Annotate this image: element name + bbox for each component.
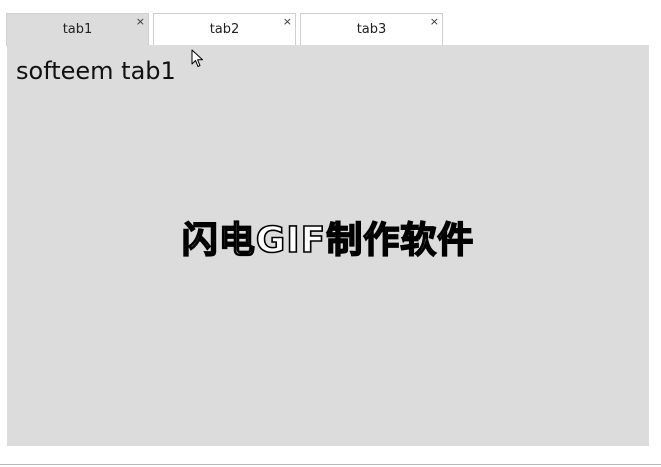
close-icon[interactable]: × <box>430 15 439 29</box>
panel-title: softeem tab1 <box>16 57 176 85</box>
tab-3[interactable]: tab3 × <box>300 13 443 45</box>
window-bottom-border <box>0 464 661 465</box>
tab-strip: tab1 × tab2 × tab3 × <box>6 13 443 46</box>
close-icon[interactable]: × <box>283 15 292 29</box>
mouse-cursor-icon <box>191 49 203 67</box>
tab-content-panel: softeem tab1 闪电GIF制作软件 <box>7 45 649 446</box>
tab-2[interactable]: tab2 × <box>153 13 296 45</box>
tab-label: tab3 <box>356 22 387 37</box>
app-window: tab1 × tab2 × tab3 × softeem tab1 闪电GIF制… <box>0 0 661 467</box>
tab-label: tab1 <box>62 22 93 37</box>
watermark-text: 闪电GIF制作软件 <box>181 219 475 262</box>
tab-1[interactable]: tab1 × <box>6 13 149 46</box>
close-icon[interactable]: × <box>136 15 145 29</box>
tab-label: tab2 <box>209 22 240 37</box>
